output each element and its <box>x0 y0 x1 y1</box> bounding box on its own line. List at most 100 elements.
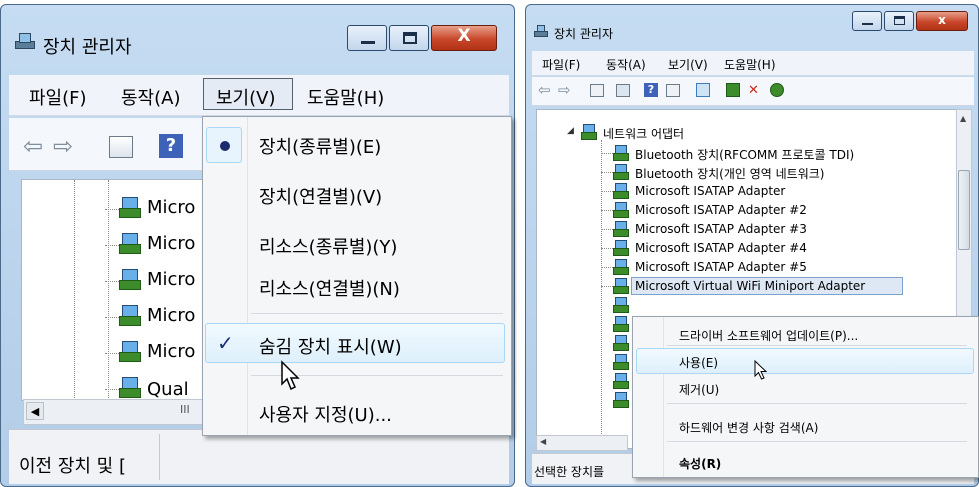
device-name: Micro <box>147 305 196 326</box>
scroll-up-icon[interactable]: ▲ <box>960 114 966 123</box>
back-icon[interactable]: ⇦ <box>23 132 43 160</box>
list-item[interactable]: Micro <box>105 263 215 297</box>
menu-help[interactable]: 도움말(H) <box>307 84 384 110</box>
window-title: 장치 관리자 <box>43 37 132 58</box>
tree-row[interactable]: Microsoft ISATAP Adapter <box>537 182 897 200</box>
network-adapter-icon <box>581 124 597 140</box>
device-name: Microsoft ISATAP Adapter #2 <box>635 203 807 217</box>
menu-view: 보기(V) <box>216 88 276 109</box>
minimize-icon <box>361 41 375 44</box>
list-item[interactable]: Micro <box>105 191 215 225</box>
network-adapter-icon <box>613 373 629 389</box>
scan-hardware-icon[interactable] <box>696 83 710 97</box>
view-devices-by-type[interactable]: 장치(종류별)(E) <box>259 133 381 159</box>
properties-icon[interactable] <box>590 84 604 97</box>
tree-row[interactable]: Microsoft ISATAP Adapter #2 <box>537 201 897 219</box>
device-name: Microsoft Virtual WiFi Miniport Adapter <box>635 279 866 293</box>
scan-for-hardware-changes[interactable]: 하드웨어 변경 사항 검색(A) <box>679 419 818 436</box>
category-label: 네트워크 어댑터 <box>603 127 685 141</box>
tree-row[interactable]: Microsoft Virtual WiFi Miniport Adapter <box>537 277 903 295</box>
maximize-button[interactable] <box>389 25 429 51</box>
device-name: Micro <box>147 197 196 218</box>
menu-action[interactable]: 동작(A) <box>606 56 646 73</box>
uninstall-icon[interactable]: ✕ <box>748 83 762 98</box>
status-text: 선택한 장치를 <box>534 465 605 479</box>
maximize-icon <box>894 16 905 25</box>
tree-row[interactable]: Bluetooth 장치(RFCOMM 프로토콜 TDI) <box>537 144 897 162</box>
network-adapter-icon <box>613 354 629 370</box>
menu-separator <box>667 403 967 404</box>
back-icon[interactable]: ⇦ <box>538 81 551 99</box>
network-adapter-icon <box>613 221 629 237</box>
properties-icon[interactable] <box>109 136 133 158</box>
show-hidden-devices[interactable]: 숨김 장치 표시(W) <box>259 333 402 359</box>
device-name: Micro <box>147 269 196 290</box>
maximize-button[interactable] <box>884 11 914 31</box>
scroll-left-icon[interactable]: ◀ <box>540 437 546 446</box>
horizontal-scrollbar[interactable]: ◀ III <box>23 399 211 425</box>
help-icon[interactable]: ? <box>644 83 658 97</box>
close-button[interactable]: x <box>916 11 968 31</box>
enable-device-icon[interactable] <box>770 83 784 97</box>
list-item[interactable]: Micro <box>105 299 215 333</box>
device-name: Microsoft ISATAP Adapter #5 <box>635 260 807 274</box>
device-name: Microsoft ISATAP Adapter #3 <box>635 222 807 236</box>
update-driver-icon[interactable] <box>726 83 740 97</box>
properties[interactable]: 속성(R) <box>679 455 721 472</box>
view-menu: 장치(종류별)(E) 장치(연결별)(V) 리소스(종류별)(Y) 리소스(연결… <box>202 116 512 436</box>
context-menu: 드라이버 소프트웨어 업데이트(P)... 사용(E) 제거(U) 하드웨어 변… <box>632 316 979 478</box>
uninstall-device[interactable]: 제거(U) <box>679 381 719 398</box>
network-adapter-icon <box>613 259 629 275</box>
horizontal-scrollbar[interactable]: ◀ <box>536 435 628 451</box>
menu-file[interactable]: 파일(F) <box>29 84 87 110</box>
customize[interactable]: 사용자 지정(U)... <box>259 401 392 427</box>
collapse-triangle-icon[interactable]: ◢ <box>567 126 574 136</box>
network-adapter-icon <box>613 183 629 199</box>
minimize-button[interactable] <box>347 25 387 51</box>
minimize-button[interactable] <box>852 11 882 31</box>
window-title: 장치 관리자 <box>554 27 614 41</box>
app-icon <box>15 33 37 53</box>
scroll-thumb-label: III <box>180 403 190 416</box>
menu-bar: 파일(F) 동작(A) 보기(V) 도움말(H) <box>532 51 974 76</box>
menu-separator <box>251 313 503 314</box>
network-adapter-icon <box>613 297 629 313</box>
scroll-left-button[interactable]: ◀ <box>26 402 44 420</box>
toolbar: ⇦ ⇨ ? ✕ <box>532 77 974 106</box>
network-adapter-icon <box>613 164 629 180</box>
help-icon[interactable]: ? <box>159 134 183 158</box>
list-item[interactable]: Micro <box>105 335 215 369</box>
tree-category-network-adapters[interactable]: ◢ 네트워크 어댑터 <box>537 124 837 142</box>
network-adapter-icon <box>119 269 141 291</box>
scroll-thumb[interactable] <box>958 170 970 250</box>
device-icon[interactable] <box>616 84 630 97</box>
menu-view[interactable]: 보기(V) <box>668 56 708 73</box>
device-name: Bluetooth 장치(개인 영역 네트워크) <box>635 167 825 181</box>
menu-help[interactable]: 도움말(H) <box>724 56 776 73</box>
view-resources-by-type[interactable]: 리소스(종류별)(Y) <box>259 233 397 259</box>
network-adapter-icon <box>119 197 141 219</box>
app-icon <box>534 25 550 39</box>
list-item[interactable]: Micro <box>105 227 215 261</box>
view-resources-by-connection[interactable]: 리소스(연결별)(N) <box>259 275 400 301</box>
device-name: Microsoft ISATAP Adapter #4 <box>635 241 807 255</box>
close-button[interactable]: X <box>431 25 497 51</box>
forward-icon[interactable]: ⇨ <box>53 132 73 160</box>
forward-icon[interactable]: ⇨ <box>558 81 571 99</box>
tree-row[interactable]: Microsoft ISATAP Adapter #3 <box>537 220 897 238</box>
tree-row[interactable]: Microsoft ISATAP Adapter #4 <box>537 239 897 257</box>
network-adapter-icon <box>613 240 629 256</box>
device-name: Bluetooth 장치(RFCOMM 프로토콜 TDI) <box>635 148 855 162</box>
view-icon[interactable] <box>666 84 680 97</box>
network-adapter-icon <box>119 341 141 363</box>
network-adapter-icon <box>613 278 629 294</box>
menu-file[interactable]: 파일(F) <box>542 56 580 73</box>
view-devices-by-connection[interactable]: 장치(연결별)(V) <box>259 183 382 209</box>
enable-device[interactable]: 사용(E) <box>679 354 718 371</box>
menu-bar: 파일(F) 동작(A) 보기(V) 도움말(H) <box>9 75 509 116</box>
tree-row[interactable]: Microsoft ISATAP Adapter #5 <box>537 258 897 276</box>
menu-action[interactable]: 동작(A) <box>121 84 180 110</box>
tree-row[interactable]: Bluetooth 장치(개인 영역 네트워크) <box>537 163 897 181</box>
menu-view-open[interactable]: 보기(V) <box>203 78 293 110</box>
update-driver-software[interactable]: 드라이버 소프트웨어 업데이트(P)... <box>679 327 858 344</box>
